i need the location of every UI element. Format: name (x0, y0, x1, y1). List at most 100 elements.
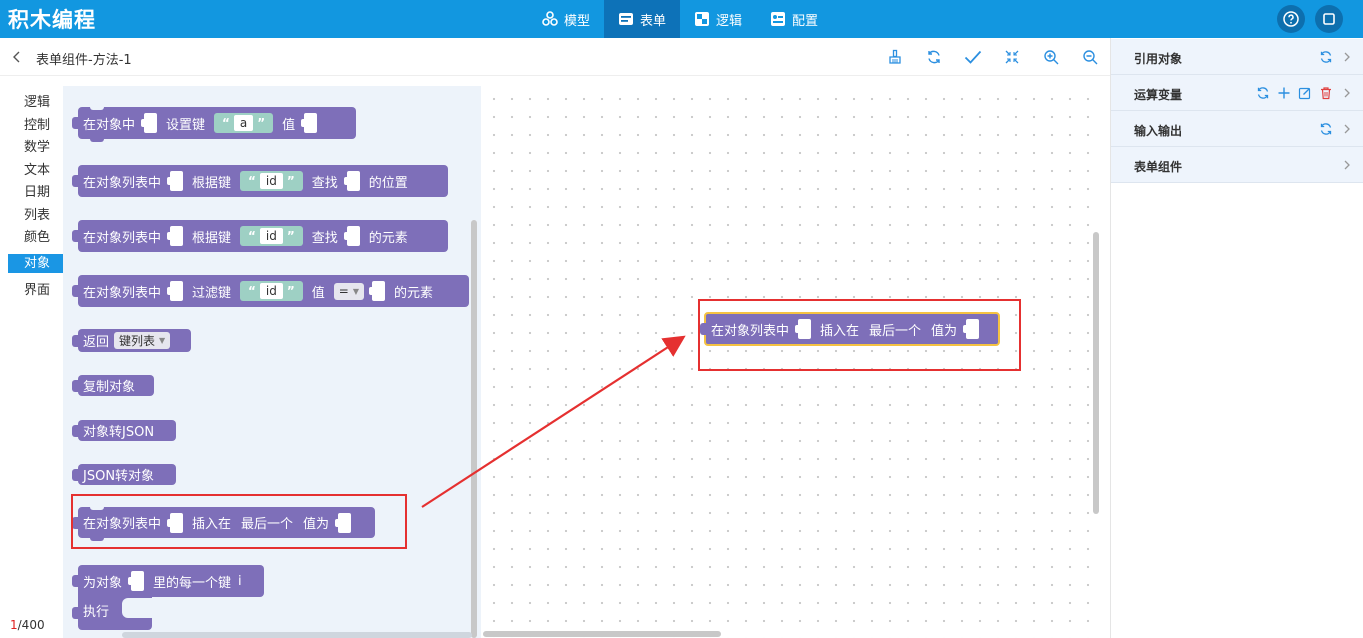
chevron-right-icon[interactable] (1340, 158, 1354, 172)
string-field[interactable]: “a” (214, 113, 274, 133)
panel-row-io[interactable]: 输入输出 (1111, 111, 1363, 147)
chevron-right-icon[interactable] (1340, 86, 1354, 100)
string-field[interactable]: “id” (240, 281, 303, 301)
form-icon (619, 13, 634, 25)
zoom-out-icon (1083, 50, 1098, 65)
block-for-each-key[interactable]: 为对象 里的每一个键 i (72, 565, 264, 597)
refresh-icon[interactable] (1256, 86, 1270, 100)
block-object-to-json[interactable]: 对象转JSON (72, 420, 176, 441)
fullscreen-button[interactable] (1315, 5, 1343, 33)
nav-tab-label: 逻辑 (716, 13, 743, 29)
block-label: 设置键 (166, 117, 206, 133)
main-nav: 模型 表单 逻辑 配置 (528, 0, 832, 38)
page-count: 1/400 (10, 618, 45, 632)
confirm-button[interactable] (963, 47, 983, 67)
category-logic[interactable]: 逻辑 (24, 91, 50, 110)
nav-tab-model[interactable]: 模型 (528, 0, 604, 38)
workspace-horizontal-scrollbar[interactable] (483, 631, 721, 637)
workspace-toolbar (885, 47, 1100, 67)
block-label: 值 (311, 285, 325, 301)
block-label: 根据键 (192, 230, 232, 246)
block-label: 在对象列表中 (83, 285, 162, 301)
chevron-right-icon[interactable] (1340, 50, 1354, 64)
logic-icon (695, 12, 710, 26)
edit-icon[interactable] (1298, 86, 1312, 100)
chevron-right-icon[interactable] (1340, 122, 1354, 136)
category-date[interactable]: 日期 (24, 181, 50, 200)
block-label: 的位置 (368, 175, 408, 191)
help-icon (1283, 11, 1299, 27)
block-label: 过滤键 (192, 285, 232, 301)
block-copy-object[interactable]: 复制对象 (72, 375, 154, 396)
block-label: 返回 (83, 335, 110, 350)
clean-button[interactable] (885, 47, 905, 67)
block-label: 值 (282, 117, 296, 133)
block-label: 在对象中 (83, 117, 136, 133)
block-label: JSON转对象 (83, 469, 155, 484)
block-filter-by-key[interactable]: 在对象列表中 过滤键 “id” 值 = ▼ 的元素 (72, 275, 469, 307)
panel-row-reference-objects[interactable]: 引用对象 (1111, 39, 1363, 75)
block-return-keys[interactable]: 返回 键列表 ▼ (72, 329, 191, 352)
flyout-scrollbar[interactable] (471, 220, 477, 638)
input-slot (141, 113, 158, 133)
top-right-actions (1277, 5, 1343, 33)
operator-dropdown[interactable]: = ▼ (333, 282, 364, 300)
square-icon (1323, 13, 1335, 25)
model-icon (542, 11, 558, 26)
block-set-object-key[interactable]: 在对象中 设置键 “a” 值 (72, 106, 356, 142)
string-field[interactable]: “id” (240, 226, 303, 246)
page-current: 1 (10, 618, 18, 632)
collapse-button[interactable] (1002, 47, 1022, 67)
page-total: /400 (17, 618, 45, 632)
block-label: 根据键 (192, 175, 232, 191)
chevron-left-icon[interactable] (10, 49, 24, 65)
flyout-horizontal-scrollbar[interactable] (122, 632, 472, 638)
panel-row-form-components[interactable]: 表单组件 (1111, 147, 1363, 183)
collapse-icon (1005, 50, 1019, 64)
category-object[interactable]: 对象 (8, 254, 63, 273)
workspace-vertical-scrollbar[interactable] (1093, 232, 1099, 514)
top-bar: 积木编程 模型 表单 逻辑 配置 (0, 0, 1363, 38)
return-type-dropdown[interactable]: 键列表 ▼ (114, 332, 171, 349)
input-slot (343, 171, 360, 191)
sub-header: 表单组件-方法-1 (0, 38, 1110, 76)
highlight-box-flyout (71, 494, 407, 549)
nav-tab-config[interactable]: 配置 (756, 0, 832, 38)
refresh-button[interactable] (924, 47, 944, 67)
zoom-in-icon (1044, 50, 1059, 65)
zoom-out-button[interactable] (1080, 47, 1100, 67)
nav-tab-form[interactable]: 表单 (604, 0, 681, 38)
trash-icon[interactable] (1319, 86, 1333, 100)
category-control[interactable]: 控制 (24, 114, 50, 133)
app-title: 积木编程 (8, 8, 96, 32)
block-label: 里的每一个键 (153, 575, 232, 591)
loop-variable[interactable]: i (238, 574, 242, 589)
plus-icon[interactable] (1277, 86, 1291, 100)
config-icon (771, 12, 786, 26)
block-find-index-by-key[interactable]: 在对象列表中 根据键 “id” 查找 的位置 (72, 165, 448, 197)
refresh-icon[interactable] (1319, 122, 1333, 136)
block-for-each-body: 执行 (72, 596, 152, 630)
nav-tab-label: 模型 (564, 13, 591, 29)
string-field[interactable]: “id” (240, 171, 303, 191)
input-slot (128, 571, 145, 591)
block-json-to-object[interactable]: JSON转对象 (72, 464, 176, 485)
nav-tab-label: 配置 (792, 13, 819, 29)
category-math[interactable]: 数学 (24, 136, 50, 155)
block-label: 在对象列表中 (83, 175, 162, 191)
block-find-element-by-key[interactable]: 在对象列表中 根据键 “id” 查找 的元素 (72, 220, 448, 252)
category-color[interactable]: 颜色 (24, 226, 50, 245)
block-label: 执行 (83, 604, 110, 620)
zoom-in-button[interactable] (1041, 47, 1061, 67)
broom-icon (889, 49, 901, 64)
category-text[interactable]: 文本 (24, 159, 50, 178)
panel-row-variables[interactable]: 运算变量 (1111, 75, 1363, 111)
nav-tab-logic[interactable]: 逻辑 (680, 0, 756, 38)
refresh-icon[interactable] (1319, 50, 1333, 64)
nav-tab-label: 表单 (640, 13, 667, 29)
help-button[interactable] (1277, 5, 1305, 33)
panel-row-label: 引用对象 (1134, 52, 1183, 66)
panel-row-label: 输入输出 (1134, 124, 1183, 138)
category-ui[interactable]: 界面 (24, 279, 50, 298)
category-list[interactable]: 列表 (24, 204, 50, 223)
